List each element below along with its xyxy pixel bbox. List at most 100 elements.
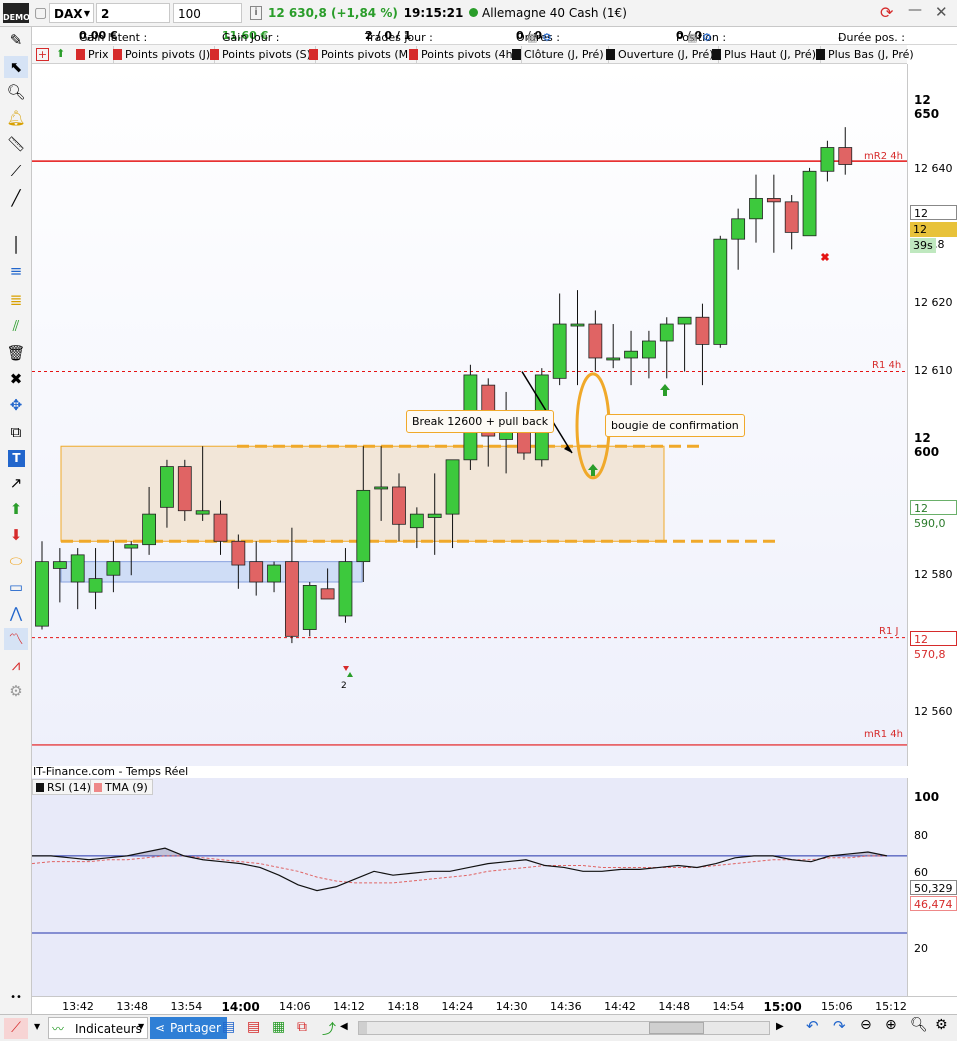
- settings-gear-icon[interactable]: ⚙: [4, 680, 28, 702]
- zoom-reset-icon[interactable]: 🔍︎: [910, 1017, 928, 1033]
- rectangle-icon[interactable]: ▭: [4, 576, 28, 598]
- dots-icon[interactable]: ••: [4, 987, 28, 1009]
- line-icon[interactable]: ╱: [4, 187, 28, 209]
- cursor-icon[interactable]: ⬉: [4, 56, 28, 78]
- scroll-right-icon[interactable]: ▶: [776, 1021, 784, 1032]
- ellipse-icon[interactable]: ⬭: [4, 550, 28, 572]
- r1-4h-label: R1 4h: [872, 360, 902, 371]
- close-icon[interactable]: ✕: [935, 3, 948, 21]
- indicator-tab[interactable]: Clôture (J, Pré): [510, 46, 609, 63]
- vertical-line-icon[interactable]: │: [4, 234, 28, 256]
- export-icon[interactable]: ⤴: [322, 1019, 336, 1039]
- bull-candle: [820, 147, 835, 172]
- trash-icon[interactable]: 🗑︎: [4, 342, 28, 364]
- zoom-icon[interactable]: 🔍︎: [4, 81, 28, 103]
- order-list-icon[interactable]: ▦: [527, 31, 537, 44]
- pattern-icon[interactable]: ⋀: [4, 602, 28, 624]
- minimize-icon[interactable]: —: [908, 2, 922, 18]
- rsi-legend[interactable]: RSI (14): [32, 779, 96, 795]
- scrollbar-thumb[interactable]: [649, 1022, 704, 1034]
- time-axis[interactable]: 13:42 13:48 13:54 14:00 14:06 14:12 14:18 14:24…: [32, 996, 957, 1014]
- scrollbar-track[interactable]: [358, 1021, 770, 1035]
- panel-separator[interactable]: IT-Finance.com - Temps Réel: [32, 765, 957, 778]
- mr1-label: mR1 4h: [864, 729, 903, 740]
- partager-button[interactable]: ⋖ Partager: [150, 1017, 227, 1039]
- size-select[interactable]: 100 unités ▼: [173, 3, 242, 41]
- gain-latent: Gain latent : 0,00 €: [79, 29, 147, 44]
- trend-channel-icon[interactable]: ⫽: [4, 315, 28, 337]
- indicator-swatch: [606, 49, 615, 60]
- quote-bar: 12 630,8 (+1,84 %) 19:15:21 Allemagne 40…: [268, 6, 627, 20]
- add-indicator-icon[interactable]: +: [36, 48, 49, 61]
- scroll-left-icon[interactable]: ◀: [340, 1021, 348, 1032]
- position-list-icon[interactable]: ▦: [687, 31, 697, 44]
- indicator-tab[interactable]: Points pivots (M): [307, 46, 418, 63]
- time-tick: 14:54: [712, 1000, 745, 1013]
- arrow-down-red-icon[interactable]: ⬇: [4, 524, 28, 546]
- indicator-tab[interactable]: Points pivots (J): [111, 46, 216, 63]
- indicator-line-icon[interactable]: 〽: [4, 628, 28, 650]
- chevron-down-icon[interactable]: ▼: [138, 1022, 144, 1031]
- indicator-tab[interactable]: Prix: [74, 46, 114, 63]
- rsi-axis[interactable]: 100 80 60 20 50,329 46,474: [907, 778, 957, 996]
- text-icon[interactable]: T: [8, 450, 25, 467]
- zoom-in-icon[interactable]: ⊕: [885, 1017, 897, 1033]
- bull-candle: [70, 554, 85, 583]
- node-icon[interactable]: ⟋: [4, 160, 28, 182]
- indicator-tab[interactable]: Plus Bas (J, Pré): [814, 46, 918, 63]
- alert-icon[interactable]: 🔔︎: [4, 107, 28, 129]
- gear-icon[interactable]: ⚙: [542, 31, 552, 44]
- redo-icon[interactable]: ↷: [833, 1017, 846, 1035]
- pencil-icon[interactable]: ✎: [4, 29, 28, 51]
- scrollbar-thumb[interactable]: [359, 1022, 367, 1034]
- price-chart[interactable]: Break 12600 + pull back bougie de confir…: [32, 64, 907, 766]
- rsi-value-tag: 50,329: [910, 880, 957, 895]
- refresh-icon[interactable]: ⟳: [880, 3, 893, 22]
- ruler-icon[interactable]: 📏︎: [4, 133, 28, 155]
- indicator-swatch: [816, 49, 825, 60]
- confirm-annotation[interactable]: bougie de confirmation: [605, 414, 745, 437]
- horizontal-f-icon[interactable]: ≣: [4, 289, 28, 311]
- copy-icon[interactable]: ⧉: [4, 421, 28, 443]
- list-icon[interactable]: ▤: [247, 1019, 260, 1035]
- zoom-out-icon[interactable]: ⊖: [860, 1017, 872, 1033]
- arrow-diagonal-icon[interactable]: ↗: [4, 472, 28, 494]
- timeframe-select[interactable]: 2 minutes ▼: [96, 3, 170, 41]
- indicator-tab[interactable]: Plus Haut (J, Pré): [710, 46, 821, 63]
- table-icon[interactable]: ▦: [272, 1019, 285, 1035]
- zigzag-icon[interactable]: ⩘: [4, 654, 28, 676]
- tma-legend[interactable]: TMA (9): [90, 779, 153, 795]
- trade-count: 2: [341, 681, 347, 691]
- bull-candle: [88, 578, 103, 593]
- market-name: Allemagne 40 Cash (1€): [482, 6, 627, 20]
- indicator-tab[interactable]: Points pivots (4h): [407, 46, 522, 63]
- bull-candle: [142, 513, 156, 546]
- rsi-panel[interactable]: RSI (14) TMA (9): [32, 778, 907, 996]
- indicator-label: Plus Haut (J, Pré): [724, 48, 816, 61]
- info-icon[interactable]: i: [250, 6, 262, 20]
- break-annotation[interactable]: Break 12600 + pull back: [406, 410, 555, 433]
- trades-label: Trades jour :: [365, 31, 433, 44]
- instrument-select[interactable]: DAX ▼: [49, 3, 94, 23]
- indicator-tab[interactable]: Points pivots (S): [208, 46, 316, 63]
- tools-icon[interactable]: ✖: [4, 368, 28, 390]
- chevron-down-icon[interactable]: ▼: [34, 1022, 40, 1031]
- price-axis[interactable]: 12 650 12 640 12 620 12 610 12 600 12 58…: [907, 64, 957, 766]
- comment-icon[interactable]: ▤: [222, 1019, 235, 1035]
- arrow-up-green-icon[interactable]: ⬆: [4, 498, 28, 520]
- time-tick: 14:48: [658, 1000, 691, 1013]
- indicateurs-button[interactable]: 〰 Indicateurs: [48, 1017, 148, 1039]
- rsi-canvas: [32, 847, 907, 934]
- fibonacci-icon[interactable]: ≡: [4, 260, 28, 282]
- indicator-tab[interactable]: Ouverture (J, Pré): [604, 46, 719, 63]
- brand-icon[interactable]: ⟋: [4, 1018, 28, 1039]
- move-icon[interactable]: ✥: [4, 394, 28, 416]
- scroll-up-icon[interactable]: ⬆: [56, 47, 65, 60]
- gear-icon[interactable]: ⚙: [702, 31, 712, 44]
- bull-candle: [427, 513, 442, 518]
- undo-icon[interactable]: ↶: [806, 1017, 819, 1035]
- settings-icon[interactable]: ⚙: [935, 1017, 948, 1033]
- bull-candle: [409, 513, 424, 529]
- compare-icon[interactable]: ⧉: [297, 1019, 307, 1035]
- menu-icon[interactable]: ▢: [34, 5, 47, 21]
